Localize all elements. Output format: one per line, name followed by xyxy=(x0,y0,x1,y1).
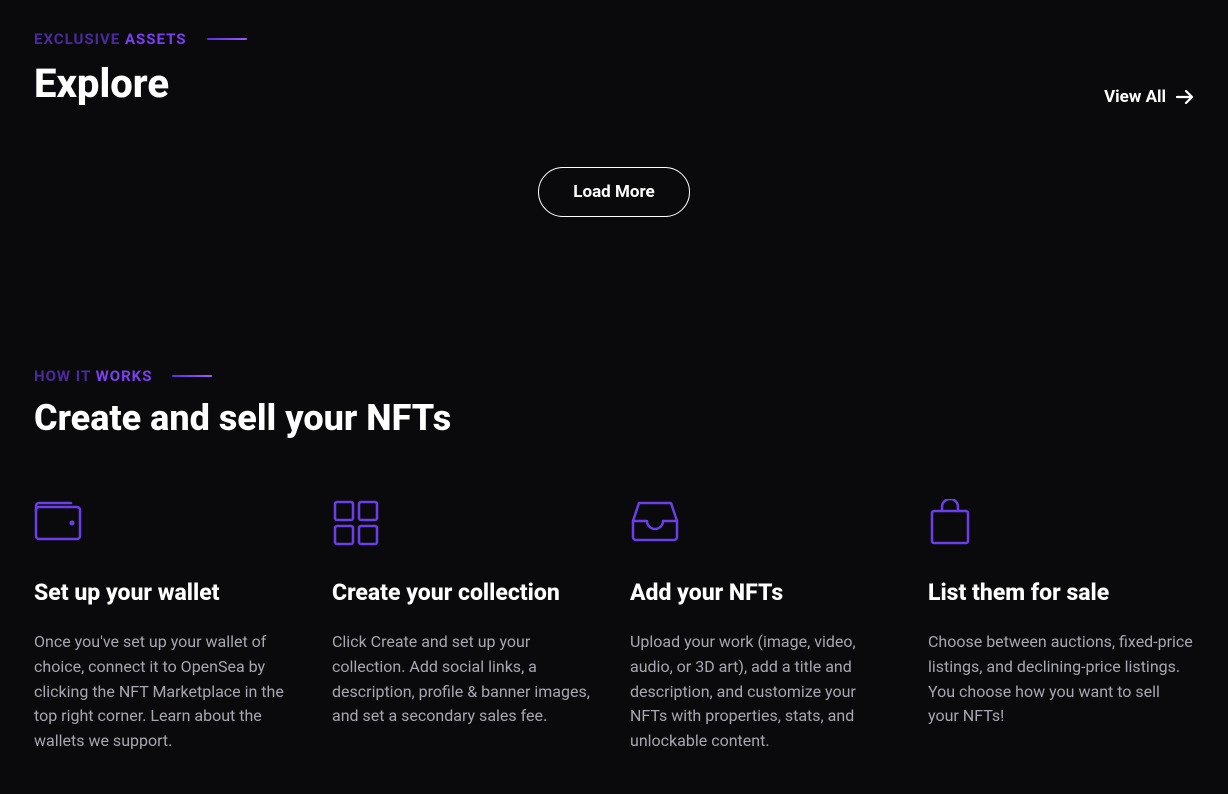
explore-eyebrow: EXCLUSIVE ASSETS xyxy=(34,30,1194,48)
load-more-container: Load More xyxy=(34,167,1194,217)
step-desc: Click Create and set up your collection.… xyxy=(332,630,598,729)
step-desc: Once you've set up your wallet of choice… xyxy=(34,630,300,754)
step-wallet: Set up your wallet Once you've set up yo… xyxy=(34,499,300,754)
load-more-button[interactable]: Load More xyxy=(538,167,689,217)
eyebrow-text-bright: ASSETS xyxy=(125,30,187,48)
eyebrow-divider xyxy=(207,38,247,40)
step-title: Add your NFTs xyxy=(630,579,896,606)
step-title: Create your collection xyxy=(332,579,598,606)
step-add-nfts: Add your NFTs Upload your work (image, v… xyxy=(630,499,896,754)
eyebrow-divider xyxy=(172,375,212,377)
explore-header: Explore View All xyxy=(34,60,1194,107)
view-all-label: View All xyxy=(1104,87,1166,107)
step-list-sale: List them for sale Choose between auctio… xyxy=(928,499,1194,754)
how-eyebrow: HOW IT WORKS xyxy=(34,367,1194,385)
steps-grid: Set up your wallet Once you've set up yo… xyxy=(34,499,1194,754)
arrow-right-icon xyxy=(1176,90,1194,104)
eyebrow-text-dim: EXCLUSIVE xyxy=(34,30,120,48)
inbox-icon xyxy=(630,499,896,547)
how-it-works-section: HOW IT WORKS Create and sell your NFTs S… xyxy=(34,367,1194,754)
explore-section: EXCLUSIVE ASSETS Explore View All Load M… xyxy=(34,30,1194,217)
how-title: Create and sell your NFTs xyxy=(34,397,1194,439)
step-collection: Create your collection Click Create and … xyxy=(332,499,598,754)
wallet-icon xyxy=(34,499,300,547)
shopping-bag-icon xyxy=(928,499,1194,547)
explore-eyebrow-label: EXCLUSIVE ASSETS xyxy=(34,30,187,48)
eyebrow-text-dim: HOW IT xyxy=(34,367,91,385)
view-all-link[interactable]: View All xyxy=(1104,87,1194,107)
step-desc: Choose between auctions, fixed-price lis… xyxy=(928,630,1194,729)
eyebrow-text-bright: WORKS xyxy=(96,367,153,385)
explore-title: Explore xyxy=(34,60,169,107)
grid-icon xyxy=(332,499,598,547)
how-eyebrow-label: HOW IT WORKS xyxy=(34,367,152,385)
step-title: List them for sale xyxy=(928,579,1194,606)
step-desc: Upload your work (image, video, audio, o… xyxy=(630,630,896,754)
step-title: Set up your wallet xyxy=(34,579,300,606)
